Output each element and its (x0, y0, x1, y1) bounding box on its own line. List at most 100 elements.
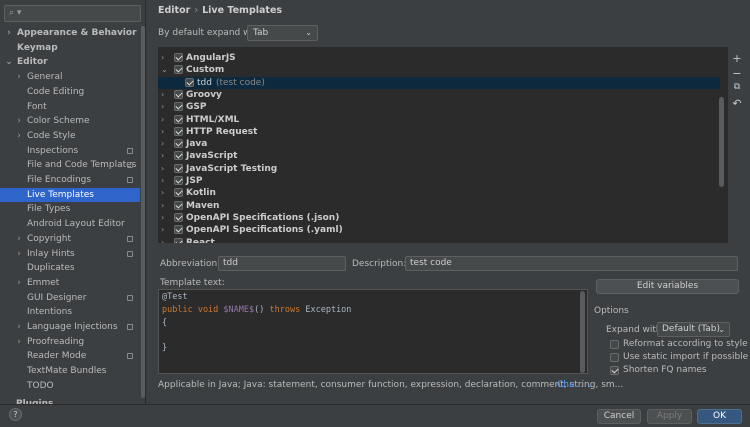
edit-variables-button[interactable]: Edit variables (596, 279, 739, 294)
chevron-right-icon[interactable]: › (14, 247, 24, 261)
template-group[interactable]: › JavaScript Testing (158, 163, 720, 175)
sidebar-item-android-layout-editor[interactable]: Android Layout Editor (0, 217, 140, 231)
sidebar-item-file-types[interactable]: File Types (0, 202, 140, 216)
sidebar-item-duplicates[interactable]: Duplicates (0, 261, 140, 275)
sidebar-item-keymap[interactable]: Keymap (0, 41, 140, 55)
cancel-button[interactable]: Cancel (597, 409, 641, 424)
chevron-right-icon[interactable]: › (161, 200, 164, 212)
chevron-right-icon[interactable]: › (161, 114, 164, 126)
sidebar-item-inlay-hints[interactable]: › Inlay Hints (0, 247, 140, 261)
chevron-right-icon[interactable]: › (161, 101, 164, 113)
checkbox-checked-icon[interactable] (174, 200, 183, 210)
sidebar-item-appearance-behavior[interactable]: › Appearance & Behavior (0, 26, 140, 40)
template-text-editor[interactable]: @Test public void $NAME$() throws Except… (158, 289, 588, 374)
template-group[interactable]: › Maven (158, 200, 720, 212)
checkbox-checked-icon[interactable] (174, 163, 183, 173)
chevron-right-icon[interactable]: › (161, 163, 164, 175)
checkbox-checked-icon[interactable] (174, 212, 183, 222)
chevron-right-icon[interactable]: › (14, 232, 24, 246)
checkbox-checked-icon[interactable] (174, 188, 183, 198)
sidebar-item-editor[interactable]: ⌄ Editor (0, 55, 140, 69)
checkbox-checked-icon[interactable] (174, 114, 183, 124)
add-icon[interactable]: + (732, 52, 742, 65)
abbreviation-field[interactable]: tdd (218, 256, 346, 271)
sidebar-item-code-style[interactable]: › Code Style (0, 129, 140, 143)
sidebar-item-emmet[interactable]: › Emmet (0, 276, 140, 290)
sidebar-item-inspections[interactable]: Inspections (0, 144, 140, 158)
change-contexts-link[interactable]: Cha... ⌄ (557, 380, 594, 390)
description-field[interactable]: test code (405, 256, 738, 271)
copy-icon[interactable]: ⧉ (732, 82, 742, 92)
template-group[interactable]: › OpenAPI Specifications (.json) (158, 212, 720, 224)
sidebar-item-proofreading[interactable]: › Proofreading (0, 335, 140, 349)
checkbox-checked-icon[interactable] (174, 102, 183, 112)
chevron-right-icon[interactable]: › (161, 187, 164, 199)
sidebar-item-color-scheme[interactable]: › Color Scheme (0, 114, 140, 128)
chevron-right-icon[interactable]: › (161, 126, 164, 138)
template-group[interactable]: › Kotlin (158, 187, 720, 199)
checkbox-checked-icon[interactable] (174, 139, 183, 149)
sidebar-item-intentions[interactable]: Intentions (0, 305, 140, 319)
chevron-right-icon[interactable]: › (14, 320, 24, 334)
templates-scrollbar[interactable] (719, 97, 724, 187)
chevron-right-icon[interactable]: › (161, 150, 164, 162)
sidebar-item-file-encodings[interactable]: File Encodings (0, 173, 140, 187)
expand-with-select[interactable]: Default (Tab) ⌄ (657, 322, 730, 337)
template-group[interactable]: › JSP (158, 175, 720, 187)
sidebar-item-file-and-code-templates[interactable]: File and Code Templates (0, 158, 140, 172)
editor-scrollbar[interactable] (580, 291, 585, 373)
sidebar-item-general[interactable]: › General (0, 70, 140, 84)
settings-search-input[interactable]: ⌕ ▾ (4, 5, 141, 22)
sidebar-item-plugins[interactable]: Plugins (16, 397, 53, 404)
chevron-right-icon[interactable]: › (161, 212, 164, 224)
template-group[interactable]: › GSP (158, 101, 720, 113)
chevron-right-icon[interactable]: › (14, 70, 24, 84)
sidebar-item-copyright[interactable]: › Copyright (0, 232, 140, 246)
expand-default-select[interactable]: Tab ⌄ (247, 25, 318, 41)
help-button[interactable]: ? (9, 408, 22, 421)
sidebar-item-textmate-bundles[interactable]: TextMate Bundles (0, 364, 140, 378)
checkbox-checked-icon[interactable] (174, 89, 183, 99)
sidebar-item-live-templates[interactable]: Live Templates (0, 187, 140, 202)
chevron-right-icon[interactable]: › (14, 114, 24, 128)
checkbox-checked-icon[interactable] (185, 77, 194, 87)
template-group[interactable]: › Groovy (158, 89, 720, 101)
restore-icon[interactable]: ↶ (732, 97, 742, 110)
checkbox-checked-icon[interactable] (174, 237, 183, 243)
sidebar-scrollbar[interactable] (141, 26, 145, 398)
chevron-right-icon[interactable]: › (161, 52, 164, 64)
remove-icon[interactable]: − (732, 67, 742, 80)
chevron-down-icon[interactable]: ⌄ (161, 64, 168, 76)
chevron-right-icon[interactable]: › (4, 26, 14, 40)
chevron-right-icon[interactable]: › (161, 175, 164, 187)
checkbox-checked-icon[interactable] (174, 225, 183, 235)
template-group[interactable]: › HTTP Request (158, 126, 720, 138)
template-group[interactable]: › React (158, 237, 720, 244)
sidebar-item-font[interactable]: Font (0, 100, 140, 114)
chevron-right-icon[interactable]: › (14, 129, 24, 143)
sidebar-item-language-injections[interactable]: › Language Injections (0, 320, 140, 334)
checkbox-checked-icon[interactable] (174, 126, 183, 136)
template-group[interactable]: ⌄ Custom (158, 64, 720, 76)
apply-button[interactable]: Apply (647, 409, 692, 424)
template-group[interactable]: › HTML/XML (158, 114, 720, 126)
chevron-down-icon[interactable]: ⌄ (4, 55, 14, 69)
chevron-right-icon[interactable]: › (161, 138, 164, 150)
template-group[interactable]: › JavaScript (158, 150, 720, 162)
checkbox-checked-icon[interactable] (174, 53, 183, 62)
sidebar-item-code-editing[interactable]: Code Editing (0, 85, 140, 99)
chevron-right-icon[interactable]: › (161, 237, 164, 244)
chevron-right-icon[interactable]: › (161, 224, 164, 236)
template-group[interactable]: › AngularJS (158, 52, 720, 64)
template-group[interactable]: › Java (158, 138, 720, 150)
chevron-right-icon[interactable]: › (14, 335, 24, 349)
template-item[interactable]: tdd (test code) (158, 76, 720, 89)
checkbox-checked-icon[interactable] (174, 65, 183, 75)
checkbox-checked-icon[interactable] (174, 176, 183, 185)
chevron-right-icon[interactable]: › (161, 89, 164, 101)
sidebar-item-reader-mode[interactable]: Reader Mode (0, 349, 140, 363)
sidebar-item-gui-designer[interactable]: GUI Designer (0, 291, 140, 305)
chevron-right-icon[interactable]: › (14, 276, 24, 290)
template-group[interactable]: › OpenAPI Specifications (.yaml) (158, 224, 720, 236)
ok-button[interactable]: OK (697, 409, 742, 424)
